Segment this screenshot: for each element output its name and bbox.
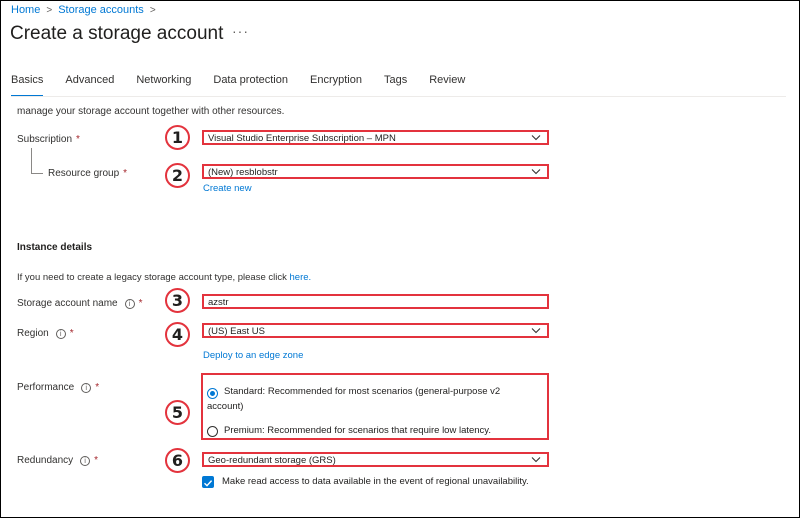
region-label: Region i * xyxy=(17,328,74,339)
tab-divider xyxy=(11,96,786,97)
more-options-icon[interactable]: ··· xyxy=(232,23,249,39)
deploy-edge-zone-link[interactable]: Deploy to an edge zone xyxy=(203,350,303,361)
read-access-checkbox[interactable] xyxy=(202,476,214,488)
standard-option-label[interactable]: Standard: Recommended for most scenarios… xyxy=(207,384,537,414)
required-marker: * xyxy=(76,134,80,145)
page-title: Create a storage account xyxy=(10,23,224,44)
required-marker: * xyxy=(95,382,100,393)
callout-5: 5 xyxy=(165,400,190,425)
redundancy-label: Redundancy i * xyxy=(17,455,98,466)
resource-group-value: (New) resblobstr xyxy=(208,167,278,178)
info-icon[interactable]: i xyxy=(55,328,66,339)
tab-networking[interactable]: Networking xyxy=(136,74,191,96)
read-access-label[interactable]: Make read access to data available in th… xyxy=(222,476,529,487)
tab-data-protection[interactable]: Data protection xyxy=(213,74,288,96)
chevron-down-icon xyxy=(531,328,541,334)
redundancy-value: Geo-redundant storage (GRS) xyxy=(208,455,336,466)
tab-encryption[interactable]: Encryption xyxy=(310,74,362,96)
resource-group-label: Resource group * xyxy=(48,168,127,179)
tree-connector xyxy=(31,148,32,174)
storage-account-name-value: azstr xyxy=(208,297,229,308)
legacy-account-text: If you need to create a legacy storage a… xyxy=(17,272,287,283)
performance-options-group: Standard: Recommended for most scenarios… xyxy=(201,373,549,440)
chevron-right-icon: > xyxy=(149,4,156,16)
callout-3: 3 xyxy=(165,288,190,313)
chevron-right-icon: > xyxy=(46,4,53,16)
checkmark-icon xyxy=(204,480,213,487)
resource-group-label-text: Resource group xyxy=(48,168,120,179)
storage-account-name-label-text: Storage account name xyxy=(17,298,118,309)
tab-tags[interactable]: Tags xyxy=(384,74,407,96)
subscription-dropdown[interactable]: Visual Studio Enterprise Subscription – … xyxy=(202,130,549,145)
breadcrumb: Home > Storage accounts > xyxy=(11,4,162,16)
legacy-account-link[interactable]: here. xyxy=(290,272,312,283)
region-label-text: Region xyxy=(17,328,49,339)
tree-connector-branch xyxy=(31,173,43,174)
create-new-link[interactable]: Create new xyxy=(203,183,252,194)
required-marker: * xyxy=(138,298,143,309)
info-icon[interactable]: i xyxy=(124,298,135,309)
performance-label: Performance i * xyxy=(17,382,99,393)
required-marker: * xyxy=(94,455,99,466)
tab-bar: Basics Advanced Networking Data protecti… xyxy=(11,74,487,97)
chevron-down-icon xyxy=(531,169,541,175)
tab-basics[interactable]: Basics xyxy=(11,74,44,97)
redundancy-label-text: Redundancy xyxy=(17,455,74,466)
region-dropdown[interactable]: (US) East US xyxy=(202,323,549,338)
callout-1: 1 xyxy=(165,125,190,150)
required-marker: * xyxy=(69,328,74,339)
subscription-label-text: Subscription xyxy=(17,134,73,145)
subscription-value: Visual Studio Enterprise Subscription – … xyxy=(208,133,396,144)
storage-account-name-input[interactable]: azstr xyxy=(202,294,549,309)
subscription-label: Subscription * xyxy=(17,134,80,145)
premium-radio[interactable] xyxy=(207,426,218,437)
region-value: (US) East US xyxy=(208,326,266,337)
tab-advanced[interactable]: Advanced xyxy=(65,74,114,96)
info-icon[interactable]: i xyxy=(81,382,92,393)
callout-4: 4 xyxy=(165,322,190,347)
breadcrumb-storage-accounts-link[interactable]: Storage accounts xyxy=(58,4,144,16)
instance-details-heading: Instance details xyxy=(17,242,93,253)
resource-group-dropdown[interactable]: (New) resblobstr xyxy=(202,164,549,179)
callout-2: 2 xyxy=(165,163,190,188)
project-details-description: manage your storage account together wit… xyxy=(17,106,285,117)
required-marker: * xyxy=(123,168,128,179)
info-icon[interactable]: i xyxy=(80,455,91,466)
tab-review[interactable]: Review xyxy=(429,74,465,96)
callout-6: 6 xyxy=(165,448,190,473)
redundancy-dropdown[interactable]: Geo-redundant storage (GRS) xyxy=(202,452,549,467)
breadcrumb-home-link[interactable]: Home xyxy=(11,4,40,16)
premium-option-label[interactable]: Premium: Recommended for scenarios that … xyxy=(224,423,491,438)
chevron-down-icon xyxy=(531,457,541,463)
legacy-account-help: If you need to create a legacy storage a… xyxy=(17,272,311,283)
performance-label-text: Performance xyxy=(17,382,75,393)
chevron-down-icon xyxy=(531,135,541,141)
storage-account-name-label: Storage account name i * xyxy=(17,298,143,309)
